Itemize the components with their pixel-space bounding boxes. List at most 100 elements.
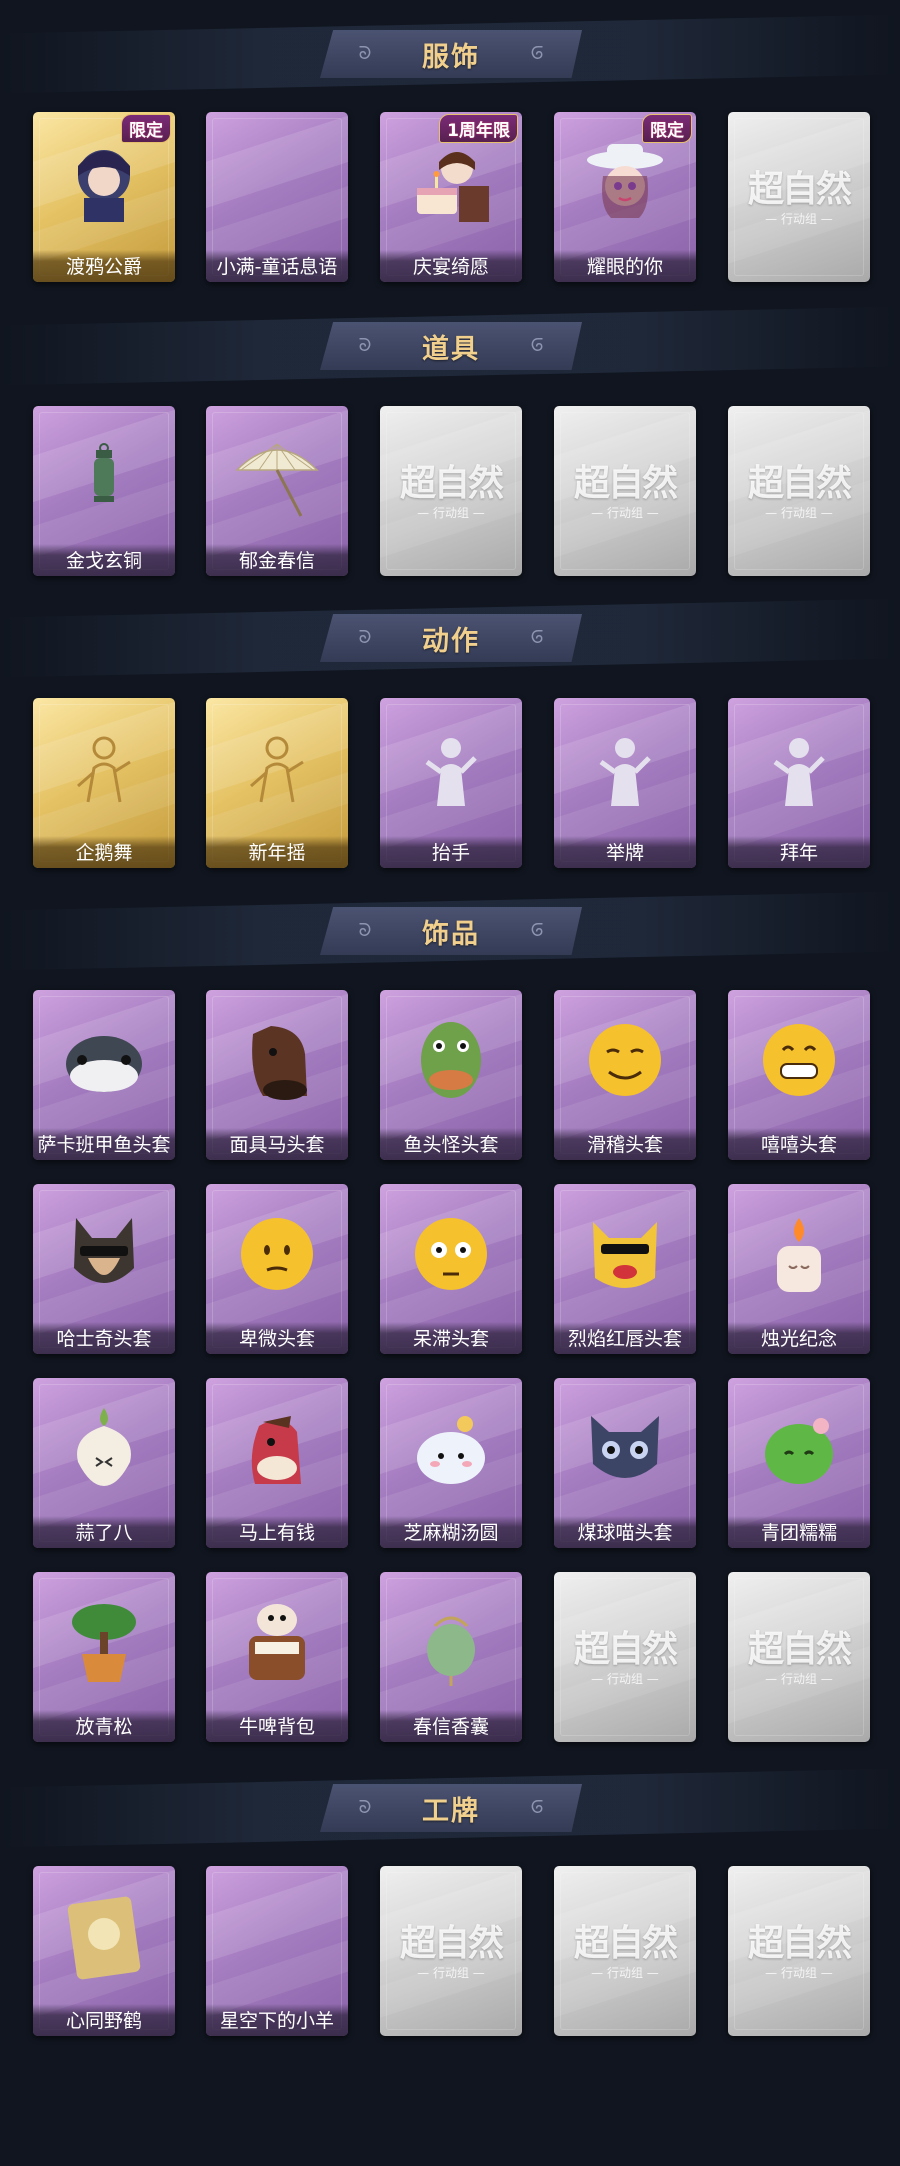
cow-backpack-icon — [231, 1596, 323, 1688]
humble-emoji-icon — [231, 1208, 323, 1300]
section-title: 道具 — [422, 333, 480, 365]
frog-fish-mask-icon — [405, 1014, 497, 1106]
green-rice-ball-icon — [753, 1402, 845, 1494]
reward-label: 新年摇 — [206, 836, 348, 868]
reward-card[interactable]: 企鹅舞 — [33, 698, 175, 868]
reward-card[interactable]: 滑稽头套 — [554, 990, 696, 1160]
reward-card[interactable]: 举牌 — [554, 698, 696, 868]
swirl-ornament-icon: ᘐ — [358, 920, 372, 941]
section-title: 饰品 — [422, 918, 480, 950]
section-title: 工牌 — [422, 1795, 480, 1827]
reward-label: 星空下的小羊 — [206, 2004, 348, 2036]
reward-card[interactable]: 拜年 — [728, 698, 870, 868]
dance-pose-icon — [58, 722, 150, 814]
swirl-ornament-icon: ᘐ — [358, 627, 372, 648]
reward-card[interactable]: 心同野鹤 — [33, 1866, 175, 2036]
reward-label: 烛光纪念 — [728, 1322, 870, 1354]
reward-card[interactable]: 新年摇 — [206, 698, 348, 868]
character-icon — [58, 136, 150, 228]
reward-label: 青团糯糯 — [728, 1516, 870, 1548]
reward-card[interactable]: 1周年限 庆宴绮愿 — [380, 112, 522, 282]
reward-label: 芝麻糊汤圆 — [380, 1516, 522, 1548]
umbrella-icon — [231, 430, 323, 522]
section-header: ᘐ 饰品 ᘐ — [320, 907, 582, 955]
swirl-ornament-icon: ᘐ — [530, 627, 544, 648]
placeholder-logo-text: 超自然 — [399, 1922, 504, 1964]
reward-label: 耀眼的你 — [554, 250, 696, 282]
placeholder-logo: 超自然 — 行动组 — — [380, 1914, 522, 1981]
swirl-ornament-icon: ᘐ — [530, 335, 544, 356]
section-header: ᘐ 动作 ᘐ — [320, 614, 582, 662]
placeholder-logo-subtext: — 行动组 — — [417, 1966, 485, 1980]
limited-badge: 限定 — [642, 114, 692, 143]
reward-card[interactable]: 马上有钱 — [206, 1378, 348, 1548]
placeholder-logo-text: 超自然 — [747, 462, 852, 504]
reward-label: 烈焰红唇头套 — [554, 1322, 696, 1354]
reward-card[interactable]: 限定耀眼的你 — [554, 112, 696, 282]
placeholder-logo: 超自然 — 行动组 — — [728, 160, 870, 227]
sachet-icon — [405, 1596, 497, 1688]
reward-card[interactable]: 卑微头套 — [206, 1184, 348, 1354]
swirl-ornament-icon: ᘐ — [530, 920, 544, 941]
reward-card[interactable]: 芝麻糊汤圆 — [380, 1378, 522, 1548]
placeholder-logo-subtext: — 行动组 — — [765, 1672, 833, 1686]
reward-card[interactable]: 哈士奇头套 — [33, 1184, 175, 1354]
stare-emoji-icon — [405, 1208, 497, 1300]
fish-mask-icon — [58, 1014, 150, 1106]
locked-reward-card[interactable]: 超自然 — 行动组 — — [380, 406, 522, 576]
reward-card[interactable]: 鱼头怪头套 — [380, 990, 522, 1160]
reward-card[interactable]: 烛光纪念 — [728, 1184, 870, 1354]
raise-hand-icon — [405, 722, 497, 814]
placeholder-logo-subtext: — 行动组 — — [417, 506, 485, 520]
reward-label: 郁金春信 — [206, 544, 348, 576]
reward-card[interactable]: 烈焰红唇头套 — [554, 1184, 696, 1354]
locked-reward-card[interactable]: 超自然 — 行动组 — — [380, 1866, 522, 2036]
lantern-icon — [58, 430, 150, 522]
reward-card[interactable]: 面具马头套 — [206, 990, 348, 1160]
reward-card[interactable]: 春信香囊 — [380, 1572, 522, 1742]
husky-mask-icon — [58, 1208, 150, 1300]
reward-label: 萨卡班甲鱼头套 — [33, 1128, 175, 1160]
swirl-ornament-icon: ᘐ — [530, 43, 544, 64]
dumpling-icon — [405, 1402, 497, 1494]
reward-label: 抬手 — [380, 836, 522, 868]
reward-card[interactable]: 青团糯糯 — [728, 1378, 870, 1548]
bonsai-icon — [58, 1596, 150, 1688]
sign-pose-icon — [579, 722, 671, 814]
reward-card[interactable]: 抬手 — [380, 698, 522, 868]
reward-card[interactable]: 嘻嘻头套 — [728, 990, 870, 1160]
reward-label: 庆宴绮愿 — [380, 250, 522, 282]
reward-card[interactable]: 限定 渡鸦公爵 — [33, 112, 175, 282]
reward-card[interactable]: 呆滞头套 — [380, 1184, 522, 1354]
locked-reward-card[interactable]: 超自然 — 行动组 — — [554, 1572, 696, 1742]
reward-card[interactable]: 蒜了八 — [33, 1378, 175, 1548]
locked-reward-card[interactable]: 超自然 — 行动组 — — [728, 406, 870, 576]
reward-card[interactable]: 煤球喵头套 — [554, 1378, 696, 1548]
reward-card[interactable]: 牛啤背包 — [206, 1572, 348, 1742]
character-cake-icon — [405, 136, 497, 228]
reward-label: 拜年 — [728, 836, 870, 868]
reward-label: 蒜了八 — [33, 1516, 175, 1548]
reward-card[interactable]: 放青松 — [33, 1572, 175, 1742]
swirl-ornament-icon: ᘐ — [358, 1797, 372, 1818]
reward-card[interactable]: 金戈玄铜 — [33, 406, 175, 576]
locked-reward-card[interactable]: 超自然 — 行动组 — — [728, 1866, 870, 2036]
placeholder-logo-subtext: — 行动组 — — [765, 1966, 833, 1980]
section-title: 服饰 — [422, 41, 480, 73]
locked-reward-card[interactable]: 超自然 — 行动组 — — [554, 406, 696, 576]
section-header: ᘐ 服饰 ᘐ — [320, 30, 582, 78]
reward-label: 面具马头套 — [206, 1128, 348, 1160]
red-horse-icon — [231, 1402, 323, 1494]
swirl-ornament-icon: ᘐ — [358, 335, 372, 356]
locked-reward-card[interactable]: 超自然 — 行动组 — — [554, 1866, 696, 2036]
locked-reward-card[interactable]: 超自然 — 行动组 — — [728, 1572, 870, 1742]
reward-card[interactable]: 郁金春信 — [206, 406, 348, 576]
reward-label: 呆滞头套 — [380, 1322, 522, 1354]
locked-reward-card[interactable]: 超自然 — 行动组 — — [728, 112, 870, 282]
reward-card[interactable]: 小满-童话息语 — [206, 112, 348, 282]
reward-label: 嘻嘻头套 — [728, 1128, 870, 1160]
reward-card[interactable]: 萨卡班甲鱼头套 — [33, 990, 175, 1160]
smirk-emoji-icon — [579, 1014, 671, 1106]
horse-mask-icon — [231, 1014, 323, 1106]
reward-card[interactable]: 星空下的小羊 — [206, 1866, 348, 2036]
